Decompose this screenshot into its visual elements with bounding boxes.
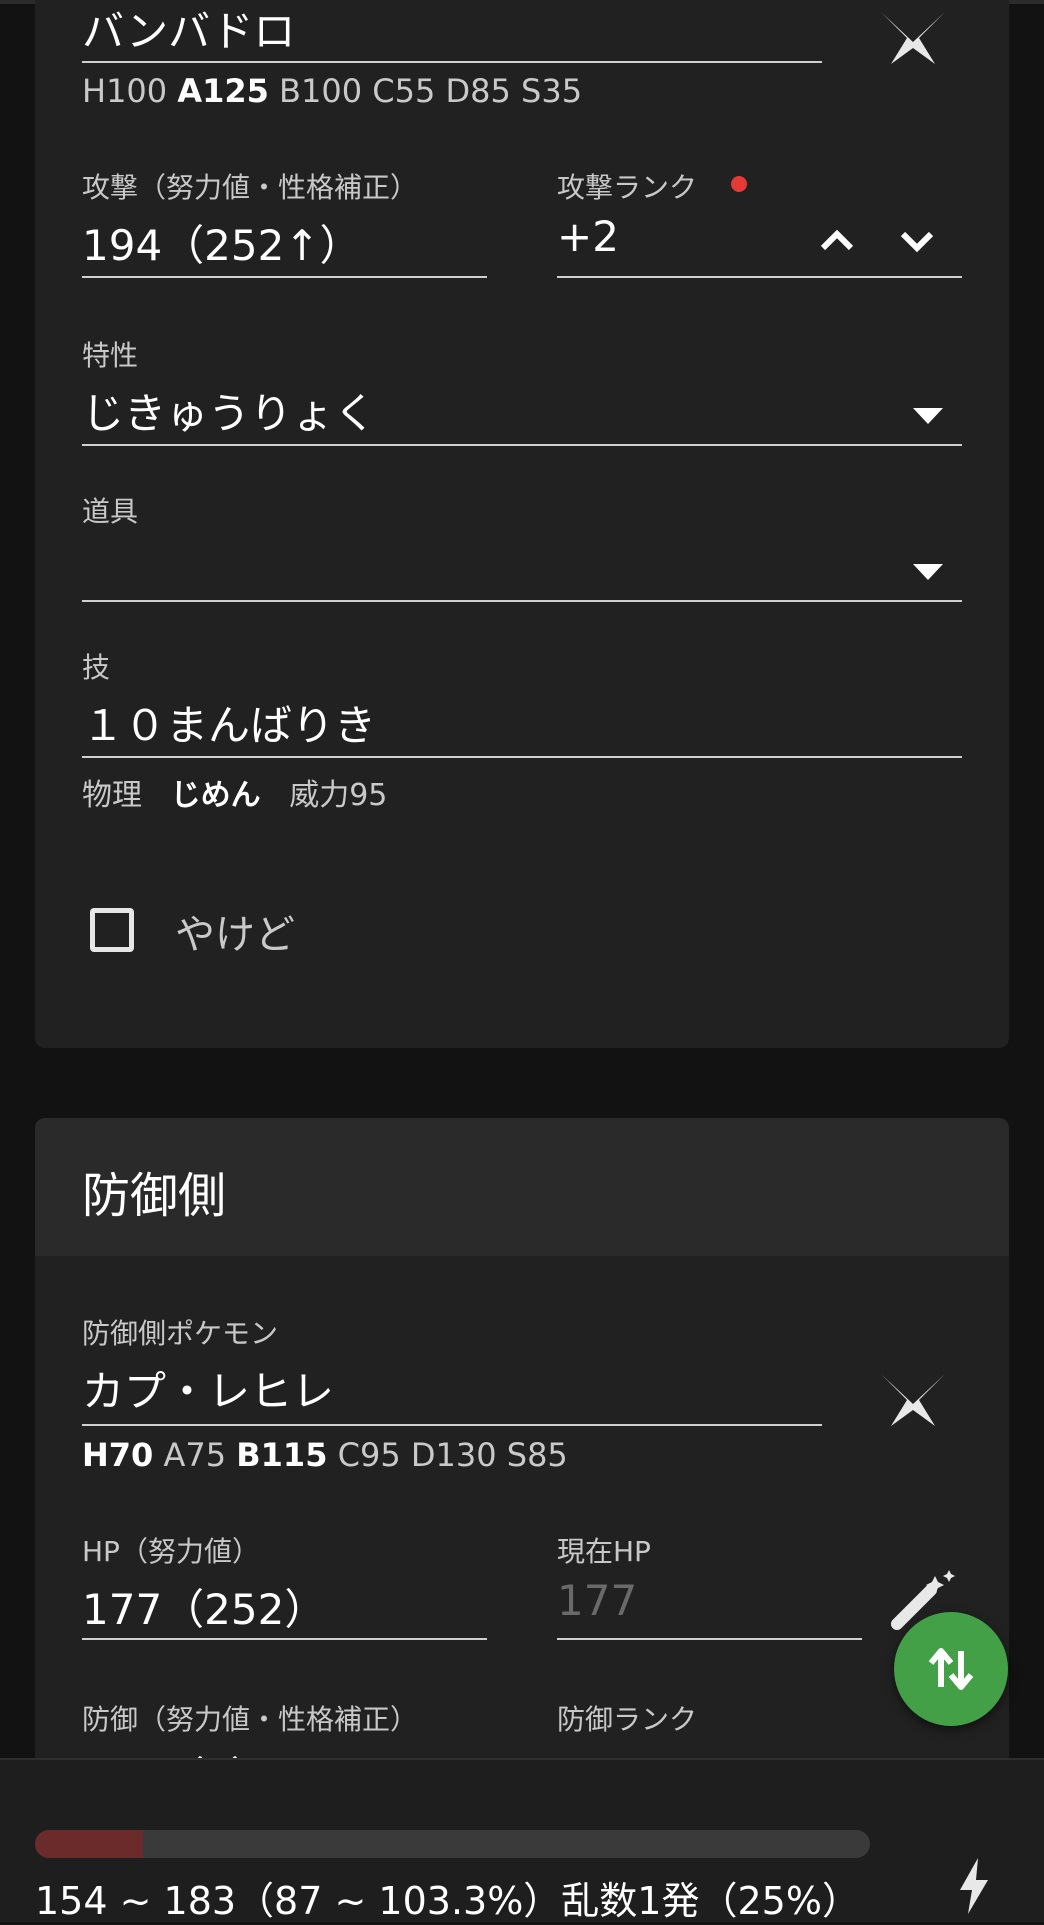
lightning-icon[interactable]	[956, 1856, 992, 1916]
move-type: じめん	[170, 778, 261, 813]
hp-underline	[82, 1638, 487, 1640]
swap-vertical-icon	[928, 1648, 974, 1690]
damage-result-text: 154 ~ 183（87 ~ 103.3%）乱数1発（25%）	[35, 1879, 860, 1923]
defense-rank-label: 防御ランク	[557, 1703, 698, 1736]
burn-label: やけど	[175, 912, 295, 958]
dropdown-arrow-icon[interactable]	[913, 408, 943, 426]
stat-a: A75	[163, 1436, 227, 1474]
current-hp-underline	[557, 1638, 862, 1640]
defender-pokemon-underline	[82, 1424, 822, 1426]
move-info: 物理 じめん 威力95	[82, 770, 387, 814]
ability-select[interactable]: じきゅうりょく	[82, 380, 376, 441]
stat-a: A125	[177, 72, 269, 110]
item-label: 道具	[82, 495, 139, 528]
burn-checkbox[interactable]	[90, 908, 134, 952]
move-underline	[82, 756, 962, 758]
attack-rank-input[interactable]: +2	[557, 212, 619, 261]
stat-s: S35	[521, 72, 583, 110]
stat-h: H70	[82, 1436, 154, 1474]
pokeball-crossed-icon[interactable]	[873, 1370, 953, 1430]
result-bar: 154 ~ 183（87 ~ 103.3%）乱数1発（25%）	[0, 1758, 1044, 1923]
pokeball-crossed-icon[interactable]	[873, 8, 953, 68]
stat-c: C55	[372, 72, 436, 110]
damage-progress-fill	[35, 1830, 143, 1858]
attacker-base-stats: H100 A125 B100 C55 D85 S35	[82, 72, 582, 110]
defender-section-title: 防御側	[82, 1168, 227, 1224]
attack-underline	[82, 276, 487, 278]
hp-label: HP（努力値）	[82, 1535, 260, 1568]
stat-d: D85	[445, 72, 511, 110]
hp-input[interactable]: 177（252）	[82, 1576, 326, 1637]
defense-label: 防御（努力値・性格補正）	[82, 1703, 419, 1736]
attack-label: 攻撃（努力値・性格補正）	[82, 171, 419, 204]
dropdown-arrow-icon[interactable]	[913, 564, 943, 582]
chevron-down-icon[interactable]	[897, 220, 937, 260]
swap-fab-button[interactable]	[894, 1612, 1008, 1726]
item-underline	[82, 600, 962, 602]
attack-rank-underline	[557, 276, 962, 278]
chevron-up-icon[interactable]	[817, 220, 857, 260]
rank-changed-dot	[731, 176, 747, 192]
ability-label: 特性	[82, 339, 139, 372]
move-input[interactable]: １０まんばりき	[82, 692, 376, 753]
current-hp-input[interactable]: 177	[557, 1576, 637, 1625]
attack-input[interactable]: 194（252↑）	[82, 212, 362, 273]
move-power: 威力95	[289, 778, 388, 813]
attack-rank-label: 攻撃ランク	[557, 171, 698, 204]
current-hp-label: 現在HP	[557, 1535, 651, 1568]
attacker-card: バンバドロ H100 A125 B100 C55 D85 S35 攻撃（努力値・…	[35, 0, 1009, 1048]
defender-base-stats: H70 A75 B115 C95 D130 S85	[82, 1436, 568, 1474]
ability-underline	[82, 444, 962, 446]
move-label: 技	[82, 651, 111, 684]
defender-header: 防御側	[35, 1118, 1009, 1256]
attacker-pokemon-input[interactable]: バンバドロ	[82, 0, 295, 59]
stat-b: B100	[279, 72, 363, 110]
defender-pokemon-label: 防御側ポケモン	[82, 1317, 279, 1350]
stat-c: C95	[337, 1436, 401, 1474]
defender-pokemon-input[interactable]: カプ・レヒレ	[82, 1358, 334, 1419]
attacker-pokemon-underline	[82, 61, 822, 63]
move-category: 物理	[82, 778, 142, 813]
stat-d: D130	[410, 1436, 497, 1474]
stat-b: B115	[236, 1436, 328, 1474]
stat-h: H100	[82, 72, 168, 110]
stat-s: S85	[506, 1436, 568, 1474]
damage-progress	[35, 1830, 870, 1858]
